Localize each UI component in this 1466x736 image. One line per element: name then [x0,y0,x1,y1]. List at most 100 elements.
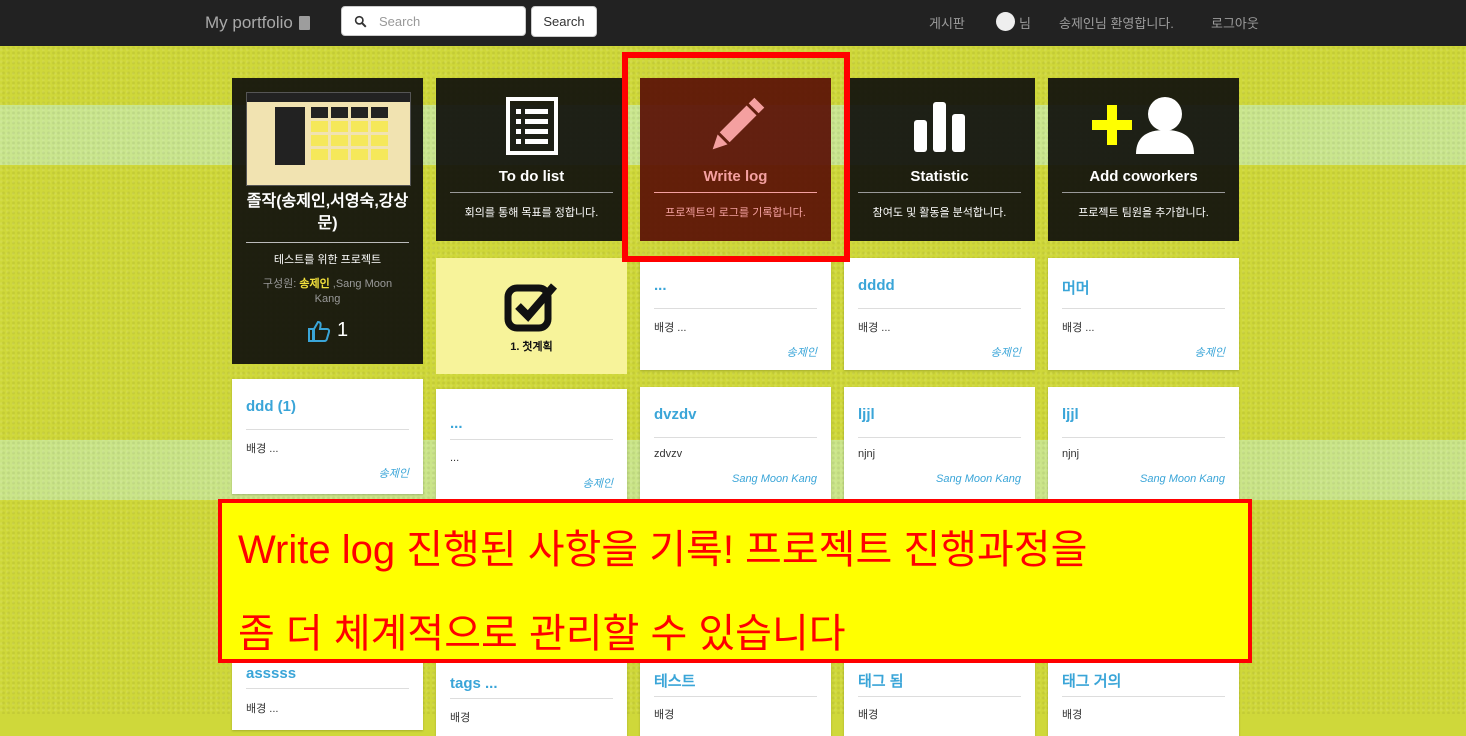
log-card[interactable]: ... 배경 ... 송제인 [640,258,831,370]
card-body: 배경 [858,709,879,721]
card-body: 배경 ... [1062,322,1095,334]
log-card[interactable]: ... ... 송제인 [436,389,627,504]
log-card[interactable]: ljjl njnj Sang Moon Kang [844,387,1035,499]
card-body: njnj [858,448,876,460]
divider [1062,437,1225,438]
card-title[interactable]: 테스트 [654,670,695,691]
bar-chart-icon [844,96,1035,156]
card-author: 송제인 [786,347,817,359]
project-description: 테스트를 위한 프로젝트 [273,254,382,266]
menu-tile-add-coworkers[interactable]: Add coworkers 프로젝트 팀원을 추가합니다. [1048,78,1239,241]
card-author: 송제인 [1194,347,1225,359]
card-body: njnj [1062,448,1080,460]
like-button[interactable]: 1 [232,319,423,342]
divider [1062,192,1225,193]
card-author: Sang Moon Kang [731,473,817,485]
card-body: 배경 ... [858,322,891,334]
card-author: 송제인 [582,478,613,490]
search-icon [354,15,367,27]
log-card[interactable]: 머머 배경 ... 송제인 [1048,258,1239,370]
divider [654,437,817,438]
divider [858,192,1021,193]
divider [654,308,817,309]
plan-label: 1. 첫계획 [510,341,553,353]
menu-description: 회의를 통해 목표를 정합니다. [464,207,599,219]
card-author: Sang Moon Kang [935,473,1021,485]
card-title[interactable]: asssss [246,665,296,682]
card-author: 송제인 [378,468,409,480]
card-title[interactable]: tags ... [450,675,498,692]
log-card[interactable]: 태그 거의 배경 [1048,656,1239,736]
project-title: 졸작(송제인,서영숙,강상문) [246,193,409,232]
card-body: zdvzv [654,448,683,460]
search-button[interactable]: Search [531,6,597,37]
menu-title: Add coworkers [1089,168,1198,185]
log-card[interactable]: tags ... 배경 [436,656,627,736]
navbar: My portfolio Search 게시판 님 송제인님 환영합니다. 로그… [0,0,1466,46]
thumbs-up-icon [307,320,331,342]
divider [246,429,409,430]
log-card[interactable]: dvzdv zdvzv Sang Moon Kang [640,387,831,499]
card-body: 배경 ... [654,322,687,334]
board-link[interactable]: 게시판 [929,13,965,32]
card-body: 배경 [450,712,471,724]
brand-label: My portfolio [205,13,293,32]
divider [1062,696,1225,697]
search-input[interactable] [377,12,521,30]
card-author: 송제인 [990,347,1021,359]
project-card[interactable]: 졸작(송제인,서영숙,강상문) 테스트를 위한 프로젝트 구성원: 송제인 ,S… [232,78,423,364]
divider [450,192,613,193]
logout-link[interactable]: 로그아웃 [1211,13,1259,32]
member-highlight: 송제인 [299,278,330,290]
card-body: 배경 [1062,709,1083,721]
avatar[interactable] [996,12,1015,31]
divider [858,437,1021,438]
menu-title: To do list [498,168,565,185]
card-title[interactable]: dddd [858,277,895,294]
card-title[interactable]: ddd (1) [246,398,296,415]
divider [654,696,817,697]
members-label: 구성원: [262,278,300,290]
add-user-icon [1048,96,1239,156]
log-card[interactable]: ddd (1) 배경 ... 송제인 [232,379,423,494]
annotation-callout: Write log 진행된 사항을 기록! 프로젝트 진행과정을 좀 더 체계적… [218,499,1252,663]
like-count: 1 [336,319,349,341]
log-card[interactable]: dddd 배경 ... 송제인 [844,258,1035,370]
divider [858,696,1021,697]
divider [450,439,613,440]
divider [246,242,409,243]
card-title[interactable]: ljjl [1062,406,1079,423]
card-title[interactable]: 태그 거의 [1062,670,1121,691]
menu-title: Statistic [910,168,969,185]
card-author: Sang Moon Kang [1139,473,1225,485]
callout-line-1: Write log 진행된 사항을 기록! 프로젝트 진행과정을 [238,528,1088,572]
welcome-text: 송제인님 환영합니다. [1059,16,1174,31]
log-card[interactable]: ljjl njnj Sang Moon Kang [1048,387,1239,499]
card-body: 배경 ... [246,443,279,455]
divider [858,308,1021,309]
card-title[interactable]: 태그 됨 [858,670,904,691]
card-title[interactable]: 머머 [1062,277,1090,298]
log-card[interactable]: 테스트 배경 [640,656,831,736]
menu-tile-todo[interactable]: To do list 회의를 통해 목표를 정합니다. [436,78,627,241]
book-icon [298,16,310,30]
divider [450,698,613,699]
card-body: ... [450,452,460,464]
divider [246,688,409,689]
project-thumbnail [246,92,411,186]
brand-link[interactable]: My portfolio [205,13,310,33]
card-body: 배경 [654,709,675,721]
divider [1062,308,1225,309]
checkbox-icon [436,280,627,334]
card-title[interactable]: ... [450,415,463,432]
card-title[interactable]: ljjl [858,406,875,423]
search-field[interactable] [341,6,526,36]
highlight-box [622,52,850,262]
card-title[interactable]: dvzdv [654,406,697,423]
log-card[interactable]: 태그 됨 배경 [844,656,1035,736]
list-icon [436,96,627,156]
card-title[interactable]: ... [654,277,667,294]
callout-line-2: 좀 더 체계적으로 관리할 수 있습니다 [238,612,846,656]
menu-tile-statistic[interactable]: Statistic 참여도 및 활동을 분석합니다. [844,78,1035,241]
plan-card[interactable]: 1. 첫계획 [436,258,627,374]
